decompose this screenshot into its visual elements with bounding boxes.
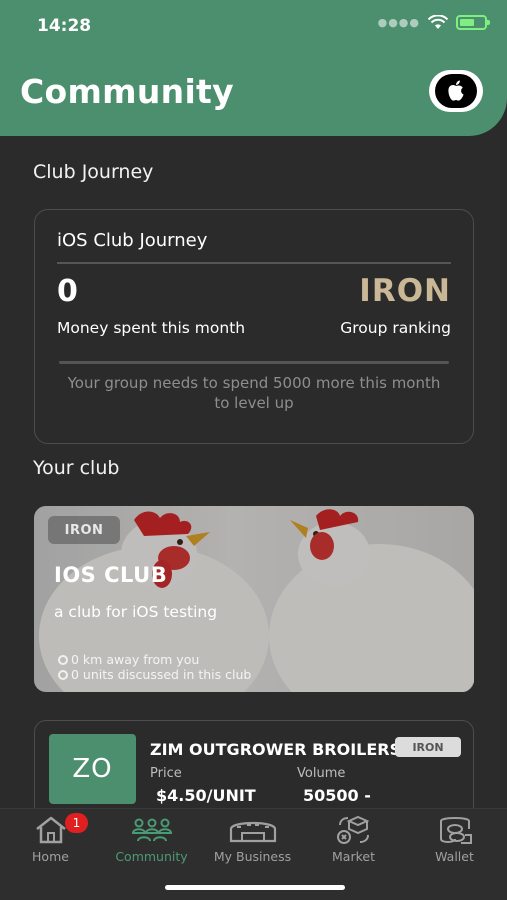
journey-card-title: iOS Club Journey: [57, 230, 208, 251]
volume-value: 50500 -: [303, 786, 371, 805]
tab-community-label: Community: [115, 849, 188, 864]
units-icon: [58, 669, 68, 680]
battery-icon: [456, 15, 490, 30]
tab-community[interactable]: Community: [101, 809, 202, 869]
status-time: 14:28: [37, 16, 92, 36]
club-units-text: 0 units discussed in this club: [71, 667, 252, 682]
status-bar: 14:28 ●●●●: [0, 0, 507, 50]
group-rank-value: IRON: [359, 273, 451, 309]
tab-market-label: Market: [332, 849, 375, 864]
location-icon: [58, 654, 68, 665]
level-up-message: Your group needs to spend 5000 more this…: [67, 374, 441, 412]
tab-home[interactable]: Home 1: [0, 809, 101, 869]
apple-account-button[interactable]: [429, 70, 483, 112]
home-indicator[interactable]: [165, 885, 345, 890]
barn-icon: [228, 815, 278, 845]
money-spent-value: 0: [57, 274, 78, 309]
tab-my-business[interactable]: My Business: [202, 809, 303, 869]
progress-track: [59, 361, 449, 364]
signal-icon: ●●●●: [377, 16, 420, 29]
club-units: 0 units discussed in this club: [58, 667, 251, 682]
club-journey-heading: Club Journey: [33, 161, 154, 183]
group-rank-label: Group ranking: [340, 319, 451, 337]
club-rank-badge: IRON: [48, 516, 120, 544]
community-icon: [130, 815, 174, 845]
page-title: Community: [20, 72, 234, 111]
money-spent-label: Money spent this month: [57, 319, 246, 337]
tab-home-label: Home: [32, 849, 69, 864]
club-distance: 0 km away from you: [58, 652, 199, 667]
wifi-icon: [428, 15, 448, 29]
wallet-icon: [435, 815, 475, 845]
home-icon: [34, 815, 68, 845]
your-club-heading: Your club: [33, 457, 120, 479]
club-card[interactable]: IRON IOS CLUB a club for iOS testing 0 k…: [34, 506, 474, 692]
tab-wallet-label: Wallet: [435, 849, 474, 864]
divider: [57, 262, 451, 264]
app-header: 14:28 ●●●● Community: [0, 0, 507, 136]
tab-market[interactable]: Market: [303, 809, 404, 869]
listing-rank-badge: IRON: [395, 737, 461, 757]
club-distance-text: 0 km away from you: [71, 652, 200, 667]
club-name: IOS CLUB: [54, 563, 168, 587]
price-value: $4.50/UNIT: [156, 786, 256, 805]
apple-icon: [435, 74, 477, 108]
tab-my-business-label: My Business: [213, 849, 292, 864]
price-label: Price: [150, 766, 182, 781]
listing-title: ZIM OUTGROWER BROILERS DEC: [150, 740, 400, 759]
status-icons: ●●●●: [377, 15, 490, 30]
notification-badge: 1: [65, 813, 88, 833]
club-journey-card: iOS Club Journey 0 IRON Money spent this…: [34, 209, 474, 444]
listing-thumbnail: ZO: [49, 734, 136, 804]
market-icon: [334, 815, 374, 845]
volume-label: Volume: [297, 766, 346, 781]
tab-wallet[interactable]: Wallet: [404, 809, 505, 869]
club-description: a club for iOS testing: [54, 603, 218, 621]
